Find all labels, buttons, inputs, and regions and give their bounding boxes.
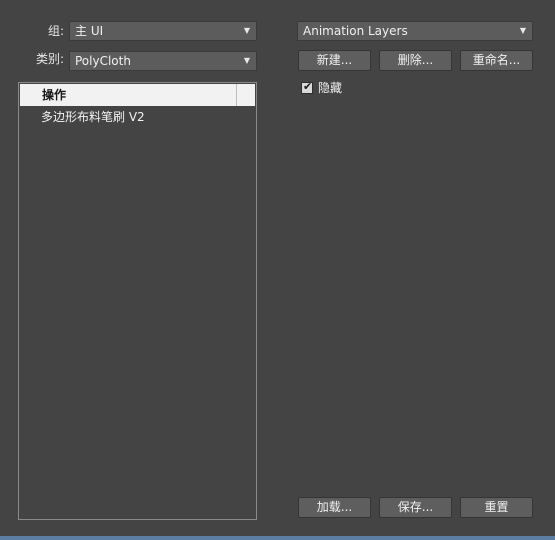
hide-checkbox[interactable]: ✔ (301, 80, 313, 94)
dropdown-arrow-icon: ▼ (519, 26, 526, 35)
new-button[interactable]: 新建... (298, 50, 371, 71)
window-bottom-edge (0, 536, 555, 540)
save-button[interactable]: 保存... (379, 497, 452, 518)
list-item[interactable]: 多边形布料笔刷 V2 (41, 109, 145, 125)
action-list-header[interactable]: 操作 (20, 84, 255, 106)
delete-button[interactable]: 删除... (379, 50, 452, 71)
customize-ui-panel: 组: 主 UI ▼ 类别: PolyCloth ▼ 操作 多边形布料笔刷 V2 … (0, 0, 555, 540)
layer-dropdown-value: Animation Layers (303, 24, 408, 38)
dropdown-arrow-icon: ▼ (243, 56, 250, 65)
action-list-header-label: 操作 (42, 88, 67, 102)
category-label: 类别: (35, 52, 64, 66)
group-label: 组: (47, 24, 64, 38)
hide-checkbox-label: 隐藏 (318, 81, 343, 95)
column-divider[interactable] (236, 84, 237, 106)
category-dropdown[interactable]: PolyCloth ▼ (69, 51, 257, 71)
layer-dropdown[interactable]: Animation Layers ▼ (297, 21, 533, 41)
load-button[interactable]: 加载... (298, 497, 371, 518)
dropdown-arrow-icon: ▼ (243, 26, 250, 35)
category-dropdown-value: PolyCloth (75, 54, 131, 68)
group-dropdown[interactable]: 主 UI ▼ (69, 21, 257, 41)
checkmark-icon: ✔ (303, 80, 313, 93)
group-dropdown-value: 主 UI (75, 24, 104, 38)
hide-checkbox-row[interactable]: ✔ 隐藏 (301, 80, 342, 96)
rename-button[interactable]: 重命名... (460, 50, 533, 71)
action-list[interactable]: 操作 多边形布料笔刷 V2 (18, 82, 257, 520)
reset-button[interactable]: 重置 (460, 497, 533, 518)
